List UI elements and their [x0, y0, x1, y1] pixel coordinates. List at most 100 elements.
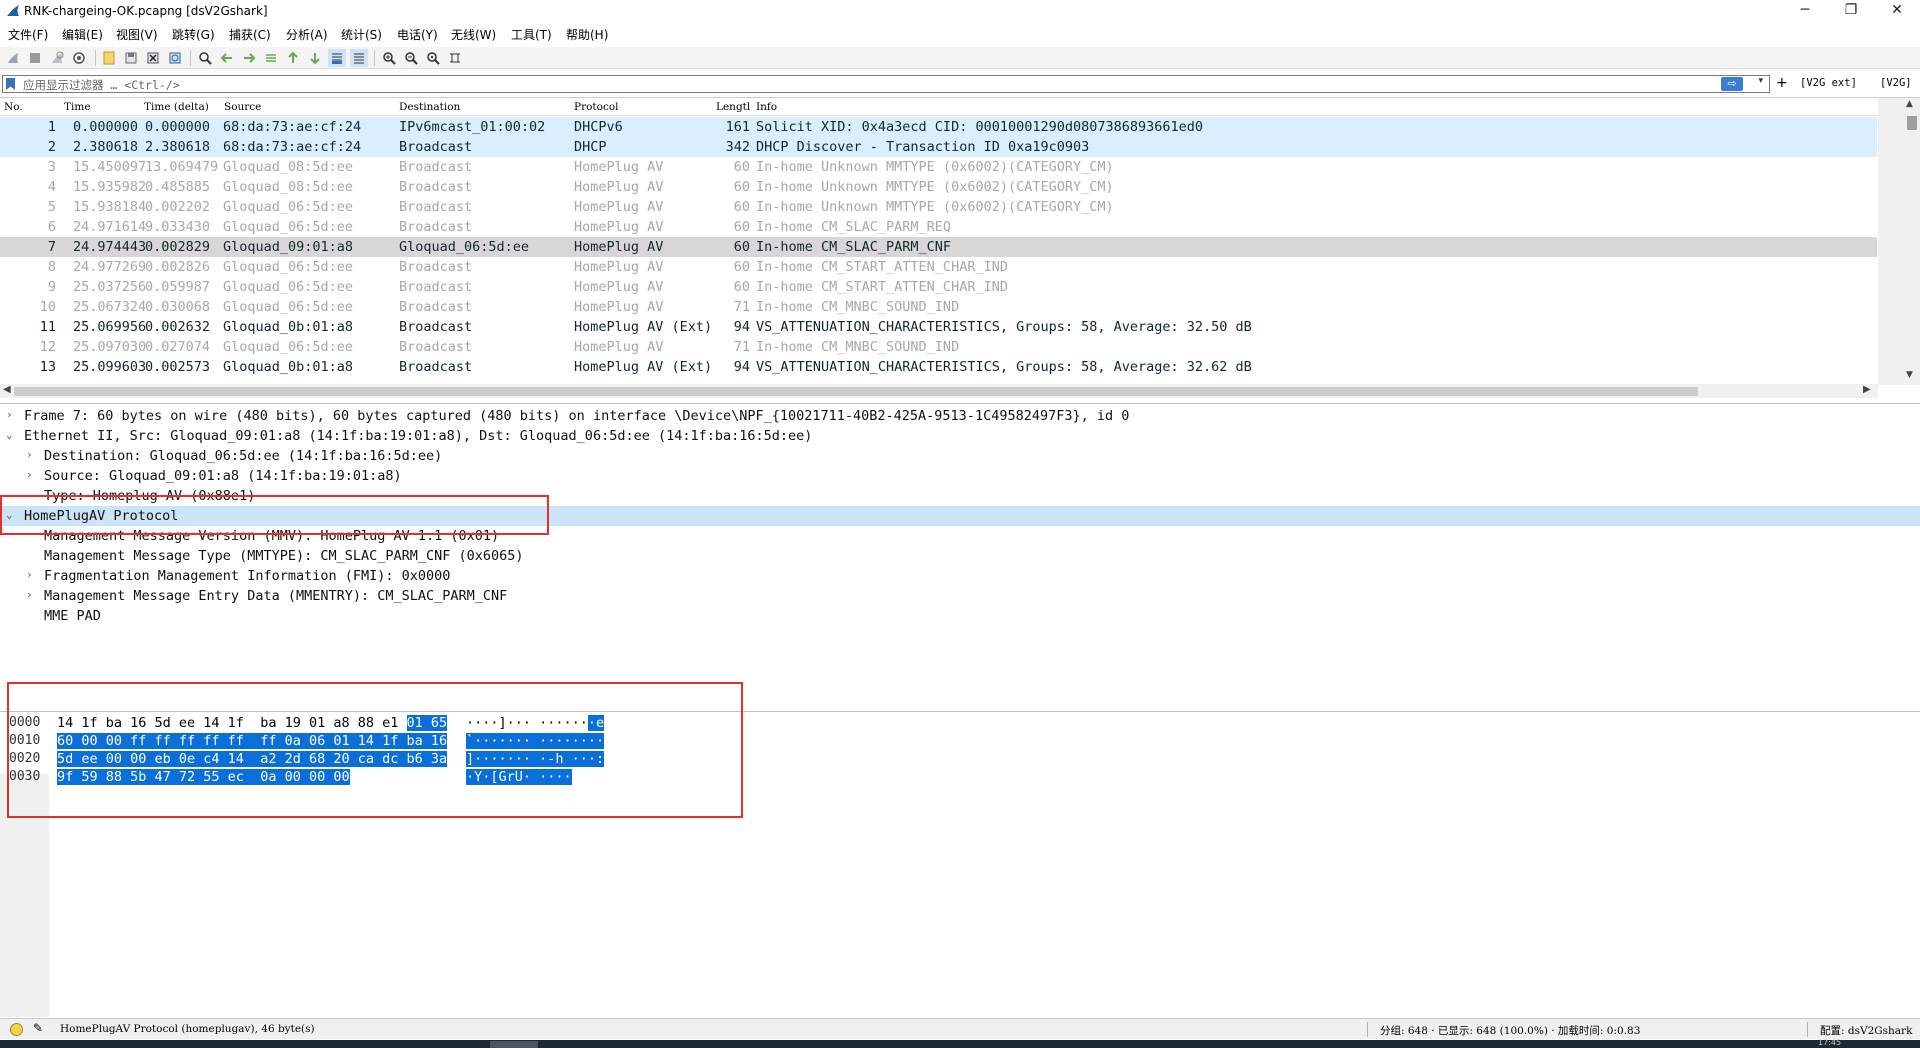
filter-history-dropdown[interactable]: ▾: [1758, 76, 1763, 86]
colorize-icon[interactable]: [350, 49, 368, 67]
col-header-delta[interactable]: Time (delta): [144, 101, 209, 113]
menu-statistics[interactable]: 统计(S): [341, 26, 382, 43]
packet-row[interactable]: 11 25.069956 0.002632 Gloquad_0b:01:a8 Broad…: [0, 317, 1877, 337]
expand-arrow-icon[interactable]: ›: [26, 568, 33, 581]
zoom-out-icon[interactable]: [402, 49, 420, 67]
packet-row[interactable]: 3 15.450097 13.069479 Gloquad_08:5d:ee Broad…: [0, 157, 1877, 177]
expand-arrow-icon[interactable]: ›: [26, 468, 33, 481]
expert-info-icon[interactable]: [10, 1023, 23, 1036]
menu-edit[interactable]: 编辑(E): [62, 26, 103, 43]
ascii-bytes[interactable]: `······· ········: [466, 733, 605, 749]
packet-list-scrollbar[interactable]: ▲ ▼: [1878, 98, 1920, 385]
detail-tree-row[interactable]: ⌄ Ethernet II, Src: Gloquad_09:01:a8 (14:…: [0, 426, 1920, 446]
close-file-icon[interactable]: [144, 49, 162, 67]
expand-arrow-icon[interactable]: ›: [26, 588, 33, 601]
find-packet-icon[interactable]: [196, 49, 214, 67]
resize-columns-icon[interactable]: [446, 49, 464, 67]
ascii-bytes[interactable]: ]······· ·-h ···:: [466, 751, 605, 767]
detail-tree-row[interactable]: Type: Homeplug AV (0x88e1): [0, 486, 1920, 506]
collapse-arrow-icon[interactable]: ⌄: [6, 428, 13, 441]
packet-list-hscrollbar[interactable]: ◀ ▶: [0, 384, 1878, 398]
filter-button-v2g-ext[interactable]: [V2G ext]: [1800, 77, 1857, 89]
packet-row[interactable]: 10 25.067324 0.030068 Gloquad_06:5d:ee Broad…: [0, 297, 1877, 317]
detail-tree-row[interactable]: Management Message Type (MMTYPE): CM_SLA…: [0, 546, 1920, 566]
start-capture-icon[interactable]: [4, 49, 22, 67]
expand-arrow-icon[interactable]: ›: [6, 408, 13, 421]
restart-capture-icon[interactable]: [48, 49, 66, 67]
menu-view[interactable]: 视图(V): [116, 26, 158, 43]
scroll-up-icon[interactable]: ▲: [1906, 99, 1913, 109]
menu-help[interactable]: 帮助(H): [566, 26, 608, 43]
open-file-icon[interactable]: [100, 49, 118, 67]
ascii-bytes[interactable]: ····]··· ·······e: [466, 715, 605, 731]
packet-row[interactable]: 2 2.380618 2.380618 68:da:73:ae:cf:24 Broadc…: [0, 137, 1877, 157]
minimize-button[interactable]: ─: [1782, 0, 1828, 22]
autoscroll-icon[interactable]: [328, 49, 346, 67]
reload-file-icon[interactable]: [166, 49, 184, 67]
packet-row[interactable]: 1 0.000000 0.000000 68:da:73:ae:cf:24 IPv6mc…: [0, 117, 1877, 137]
packet-row[interactable]: 9 25.037256 0.059987 Gloquad_06:5d:ee Broadc…: [0, 277, 1877, 297]
packet-row[interactable]: 13 25.099603 0.002573 Gloquad_0b:01:a8 Broad…: [0, 357, 1877, 377]
hex-bytes[interactable]: 14 1f ba 16 5d ee 14 1f ba 19 01 a8 88 e…: [57, 715, 448, 731]
collapse-arrow-icon[interactable]: ⌄: [6, 508, 13, 521]
col-header-no[interactable]: No.: [4, 101, 23, 113]
menu-file[interactable]: 文件(F): [8, 26, 48, 43]
menu-telephony[interactable]: 电话(Y): [397, 26, 438, 43]
expand-arrow-icon[interactable]: ›: [26, 448, 33, 461]
col-header-length[interactable]: Lengtl: [716, 101, 750, 113]
go-back-icon[interactable]: [218, 49, 236, 67]
menu-wireless[interactable]: 无线(W): [451, 26, 496, 43]
packet-row[interactable]: 8 24.977269 0.002826 Gloquad_06:5d:ee Broadc…: [0, 257, 1877, 277]
add-filter-button[interactable]: +: [1776, 75, 1788, 91]
zoom-in-icon[interactable]: [380, 49, 398, 67]
close-button[interactable]: ✕: [1874, 0, 1920, 22]
hex-bytes[interactable]: 5d ee 00 00 eb 0e c4 14 a2 2d 68 20 ca d…: [57, 751, 448, 767]
col-header-destination[interactable]: Destination: [399, 101, 460, 113]
apply-filter-button[interactable]: ⇨: [1721, 77, 1743, 91]
packet-list-scroll-thumb[interactable]: [1907, 116, 1917, 130]
detail-tree-row[interactable]: › Frame 7: 60 bytes on wire (480 bits), 6…: [0, 406, 1920, 426]
packet-row[interactable]: 12 25.097030 0.027074 Gloquad_06:5d:ee Broad…: [0, 337, 1877, 357]
display-filter-input[interactable]: 应用显示过滤器 … <Ctrl-/> ⇨ ▾: [2, 75, 1770, 93]
menu-analyze[interactable]: 分析(A): [286, 26, 328, 43]
go-to-packet-icon[interactable]: [262, 49, 280, 67]
maximize-button[interactable]: ❐: [1828, 0, 1874, 22]
scroll-left-icon[interactable]: ◀: [3, 384, 11, 395]
zoom-normal-icon[interactable]: [424, 49, 442, 67]
detail-tree-row[interactable]: Management Message Version (MMV): HomePl…: [0, 526, 1920, 546]
detail-tree-row[interactable]: ⌄ HomePlugAV Protocol: [0, 506, 1920, 526]
go-forward-icon[interactable]: [240, 49, 258, 67]
scroll-down-icon[interactable]: ▼: [1906, 370, 1913, 380]
packet-row[interactable]: 4 15.935982 0.485885 Gloquad_08:5d:ee Broadc…: [0, 177, 1877, 197]
detail-tree-row[interactable]: › Source: Gloquad_09:01:a8 (14:1f:ba:19:0…: [0, 466, 1920, 486]
menu-capture[interactable]: 捕获(C): [229, 26, 271, 43]
go-last-icon[interactable]: [306, 49, 324, 67]
detail-tree-row[interactable]: MME PAD: [0, 606, 1920, 626]
stop-capture-icon[interactable]: [26, 49, 44, 67]
scroll-right-icon[interactable]: ▶: [1863, 384, 1871, 395]
save-file-icon[interactable]: [122, 49, 140, 67]
menu-tools[interactable]: 工具(T): [511, 26, 552, 43]
menu-go[interactable]: 跳转(G): [172, 26, 215, 43]
hex-bytes[interactable]: 9f 59 88 5b 47 72 55 ec 0a 00 00 00: [57, 769, 350, 785]
capture-options-icon[interactable]: [70, 49, 88, 67]
ascii-bytes[interactable]: ·Y·[GrU· ····: [466, 769, 572, 785]
col-header-info[interactable]: Info: [756, 101, 777, 113]
taskbar-app-tile[interactable]: [490, 1041, 538, 1048]
packet-row[interactable]: 6 24.971614 9.033430 Gloquad_06:5d:ee Broadc…: [0, 217, 1877, 237]
col-header-time[interactable]: Time: [64, 101, 91, 113]
hex-bytes[interactable]: 60 00 00 ff ff ff ff ff ff 0a 06 01 14 1…: [57, 733, 448, 749]
packet-list-hscroll-thumb[interactable]: [14, 387, 1698, 396]
detail-tree-row[interactable]: › Fragmentation Management Information (F…: [0, 566, 1920, 586]
bookmark-icon[interactable]: [6, 78, 15, 90]
col-header-source[interactable]: Source: [224, 101, 261, 113]
go-first-icon[interactable]: [284, 49, 302, 67]
col-header-protocol[interactable]: Protocol: [574, 101, 619, 113]
filter-button-v2g[interactable]: [V2G]: [1880, 77, 1912, 89]
detail-tree-row[interactable]: › Management Message Entry Data (MMENTRY)…: [0, 586, 1920, 606]
comment-edit-icon[interactable]: ✎: [33, 1021, 43, 1035]
packet-row[interactable]: 5 15.938184 0.002202 Gloquad_06:5d:ee Broadc…: [0, 197, 1877, 217]
status-profile[interactable]: 配置: dsV2Gshark: [1820, 1023, 1912, 1038]
detail-tree-row[interactable]: › Destination: Gloquad_06:5d:ee (14:1f:ba…: [0, 446, 1920, 466]
packet-row[interactable]: 7 24.974443 0.002829 Gloquad_09:01:a8 Gloqua…: [0, 237, 1877, 257]
